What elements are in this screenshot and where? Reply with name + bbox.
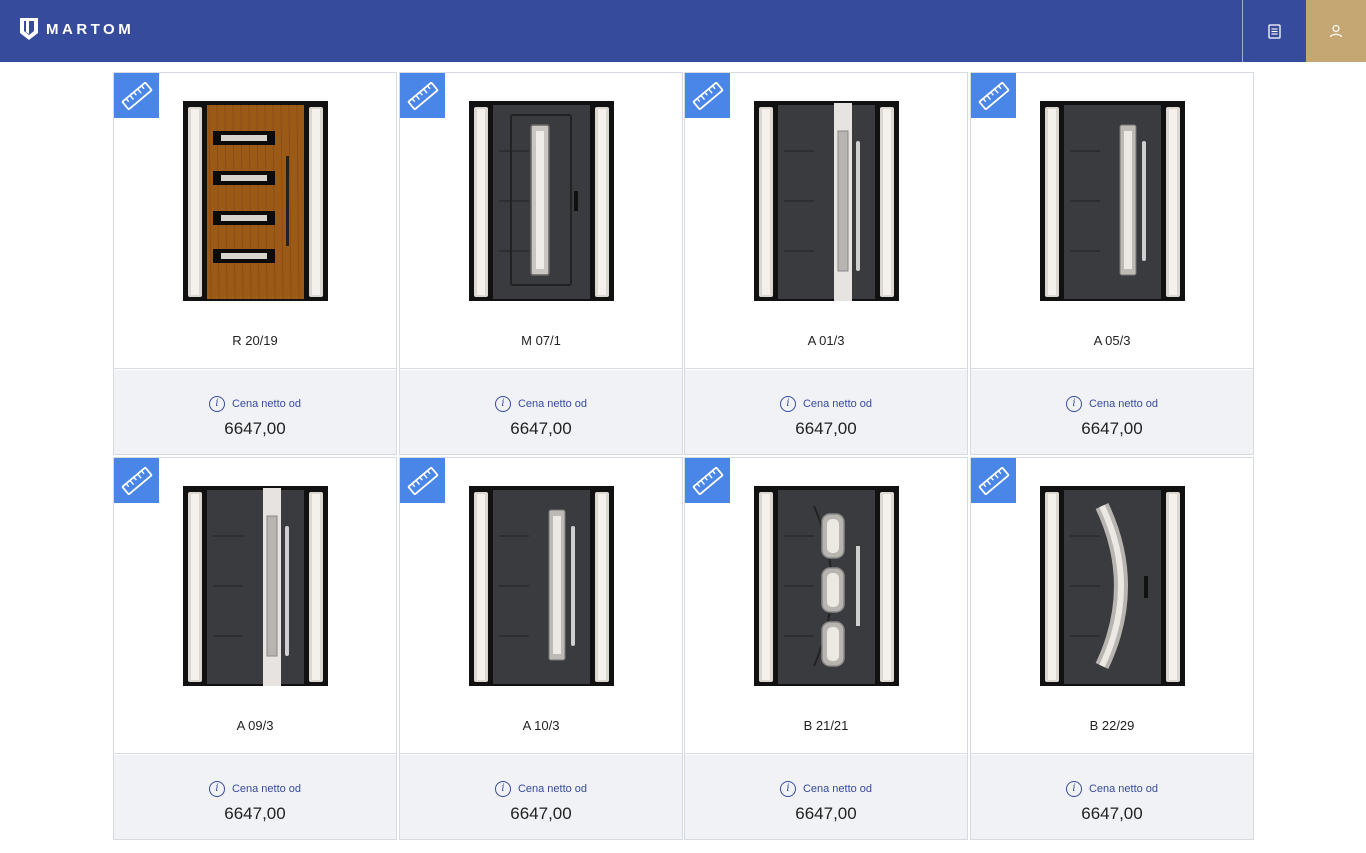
user-icon xyxy=(1329,24,1343,38)
price-value: 6647,00 xyxy=(510,419,572,438)
info-icon[interactable]: i xyxy=(1065,396,1082,412)
price-section: i Cena netto od 6647,00 xyxy=(685,370,967,454)
measure-button[interactable] xyxy=(685,458,730,503)
price-label: i Cena netto od xyxy=(400,396,682,412)
price-label: i Cena netto od xyxy=(971,781,1253,797)
product-image-area: B 21/21 xyxy=(685,458,967,754)
product-card[interactable]: B 21/21 i Cena netto od 6647,00 xyxy=(684,457,968,840)
ruler-icon xyxy=(407,81,438,110)
info-icon[interactable]: i xyxy=(779,396,796,412)
price-value: 6647,00 xyxy=(510,804,572,823)
price-section: i Cena netto od 6647,00 xyxy=(685,755,967,839)
price-label-text: Cena netto od xyxy=(802,398,873,410)
door-image xyxy=(183,486,328,686)
user-account-button[interactable] xyxy=(1306,0,1366,62)
price-label: i Cena netto od xyxy=(114,781,396,797)
price-label: i Cena netto od xyxy=(685,396,967,412)
price-section: i Cena netto od 6647,00 xyxy=(971,755,1253,839)
door-image xyxy=(754,486,899,686)
ruler-icon xyxy=(121,466,152,495)
measure-button[interactable] xyxy=(400,458,445,503)
product-name: B 22/29 xyxy=(1089,718,1135,733)
price-section: i Cena netto od 6647,00 xyxy=(971,370,1253,454)
product-card[interactable]: A 10/3 i Cena netto od 6647,00 xyxy=(399,457,683,840)
price-value: 6647,00 xyxy=(795,804,857,823)
product-image-area: A 01/3 xyxy=(685,73,967,369)
product-card[interactable]: B 22/29 i Cena netto od 6647,00 xyxy=(970,457,1254,840)
ruler-icon xyxy=(692,81,723,110)
product-card[interactable]: M 07/1 i Cena netto od 6647,00 xyxy=(399,72,683,455)
brand-name: MARTOM xyxy=(46,20,135,38)
door-image xyxy=(183,101,328,301)
door-image xyxy=(469,101,614,301)
price-label-text: Cena netto od xyxy=(802,783,873,795)
price-label-text: Cena netto od xyxy=(231,398,302,410)
document-icon xyxy=(1268,23,1281,39)
price-label-text: Cena netto od xyxy=(517,783,588,795)
price-section: i Cena netto od 6647,00 xyxy=(400,370,682,454)
product-card[interactable]: R 20/19 i Cena netto od 6647,00 xyxy=(113,72,397,455)
price-value: 6647,00 xyxy=(224,804,286,823)
product-name: A 05/3 xyxy=(1093,333,1131,348)
product-image-area: A 05/3 xyxy=(971,73,1253,369)
price-value: 6647,00 xyxy=(1081,804,1143,823)
price-section: i Cena netto od 6647,00 xyxy=(400,755,682,839)
ruler-icon xyxy=(978,81,1009,110)
info-icon[interactable]: i xyxy=(779,781,796,797)
product-name: M 07/1 xyxy=(521,333,561,348)
info-icon[interactable]: i xyxy=(208,781,225,797)
price-label: i Cena netto od xyxy=(114,396,396,412)
product-name: A 01/3 xyxy=(807,333,845,348)
measure-button[interactable] xyxy=(400,73,445,118)
quote-list-button[interactable] xyxy=(1242,0,1306,62)
product-card[interactable]: A 01/3 i Cena netto od 6647,00 xyxy=(684,72,968,455)
price-label: i Cena netto od xyxy=(971,396,1253,412)
product-image-area: A 10/3 xyxy=(400,458,682,754)
product-image-area: M 07/1 xyxy=(400,73,682,369)
ruler-icon xyxy=(407,466,438,495)
ruler-icon xyxy=(121,81,152,110)
product-name: B 21/21 xyxy=(803,718,849,733)
door-image xyxy=(1040,486,1185,686)
info-icon[interactable]: i xyxy=(494,781,511,797)
measure-button[interactable] xyxy=(685,73,730,118)
price-label-text: Cena netto od xyxy=(1088,398,1159,410)
info-icon[interactable]: i xyxy=(1065,781,1082,797)
price-label-text: Cena netto od xyxy=(1088,783,1159,795)
product-image-area: R 20/19 xyxy=(114,73,396,369)
measure-button[interactable] xyxy=(114,73,159,118)
measure-button[interactable] xyxy=(971,458,1016,503)
door-image xyxy=(469,486,614,686)
price-value: 6647,00 xyxy=(795,419,857,438)
product-name: A 10/3 xyxy=(522,718,560,733)
price-value: 6647,00 xyxy=(1081,419,1143,438)
martom-logo[interactable]: MARTOM xyxy=(20,17,134,41)
price-label-text: Cena netto od xyxy=(231,783,302,795)
ruler-icon xyxy=(692,466,723,495)
product-image-area: B 22/29 xyxy=(971,458,1253,754)
ruler-icon xyxy=(978,466,1009,495)
price-section: i Cena netto od 6647,00 xyxy=(114,370,396,454)
product-card[interactable]: A 05/3 i Cena netto od 6647,00 xyxy=(970,72,1254,455)
product-name: R 20/19 xyxy=(232,333,278,348)
price-value: 6647,00 xyxy=(224,419,286,438)
door-image xyxy=(1040,101,1185,301)
product-image-area: A 09/3 xyxy=(114,458,396,754)
info-icon[interactable]: i xyxy=(208,396,225,412)
measure-button[interactable] xyxy=(114,458,159,503)
price-section: i Cena netto od 6647,00 xyxy=(114,755,396,839)
door-image xyxy=(754,101,899,301)
price-label-text: Cena netto od xyxy=(517,398,588,410)
logo-icon xyxy=(20,18,38,40)
price-label: i Cena netto od xyxy=(400,781,682,797)
measure-button[interactable] xyxy=(971,73,1016,118)
product-card[interactable]: A 09/3 i Cena netto od 6647,00 xyxy=(113,457,397,840)
info-icon[interactable]: i xyxy=(494,396,511,412)
product-name: A 09/3 xyxy=(236,718,274,733)
price-label: i Cena netto od xyxy=(685,781,967,797)
top-bar: MARTOM xyxy=(0,0,1366,62)
